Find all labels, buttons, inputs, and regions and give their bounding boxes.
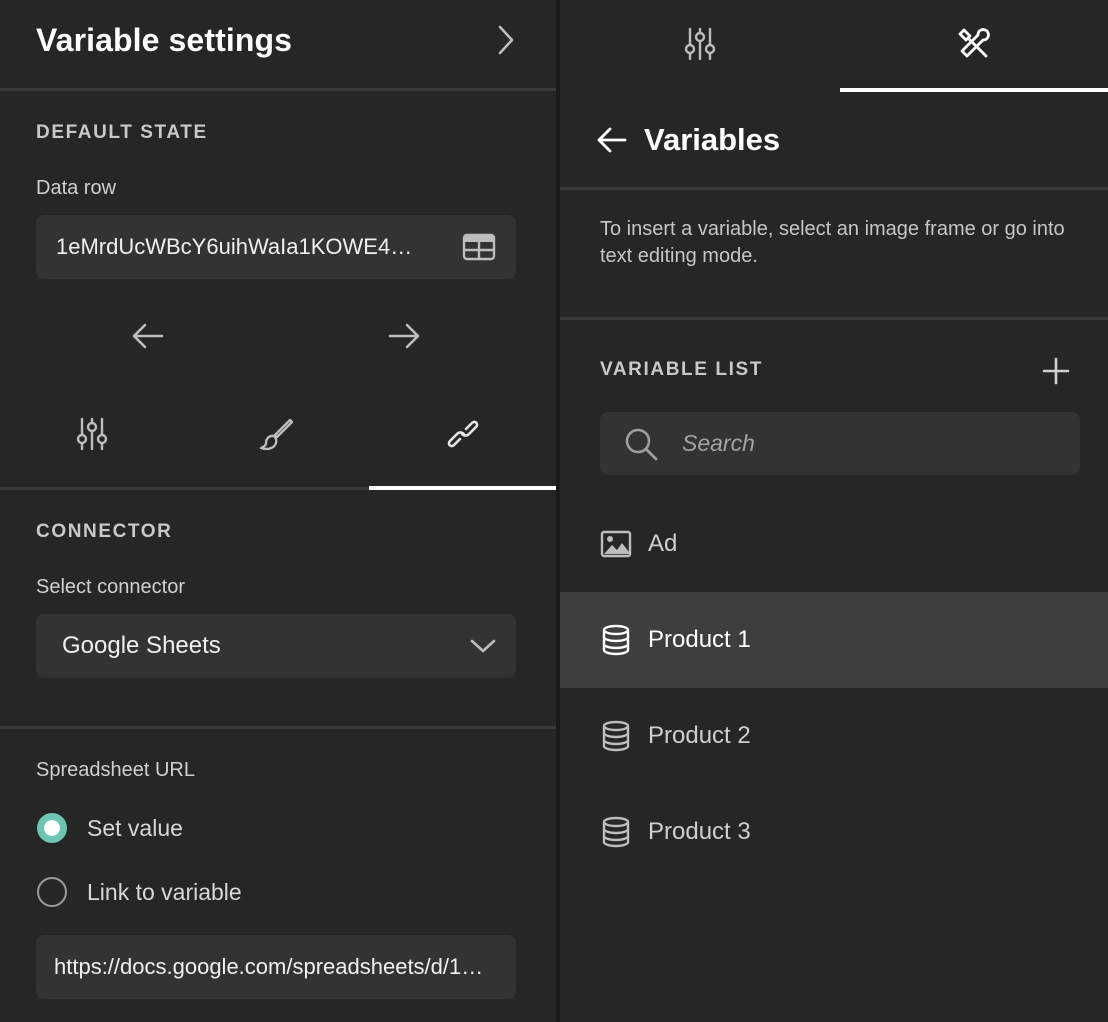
arrow-left-icon[interactable] <box>128 316 168 356</box>
radio-link-to-variable[interactable]: Link to variable <box>37 877 242 907</box>
variable-label: Product 2 <box>648 722 751 749</box>
brush-icon <box>259 417 293 451</box>
variables-panel: Variables To insert a variable, select a… <box>560 0 1108 1022</box>
arrow-right-icon[interactable] <box>384 316 424 356</box>
data-row-label: Data row <box>36 177 117 199</box>
divider <box>560 187 1108 190</box>
back-arrow-icon[interactable] <box>596 124 628 156</box>
divider <box>0 88 556 91</box>
link-icon <box>446 419 480 449</box>
variable-item-product-1[interactable]: Product 1 <box>560 592 1108 688</box>
tab-properties[interactable] <box>0 390 183 478</box>
variable-item-product-2[interactable]: Product 2 <box>560 688 1108 784</box>
radio-set-value[interactable]: Set value <box>37 813 183 843</box>
table-icon[interactable] <box>462 233 496 261</box>
spreadsheet-url-value: https://docs.google.com/spreadsheets/d/1… <box>54 954 488 979</box>
sliders-icon <box>684 27 716 61</box>
default-state-title: DEFAULT STATE <box>36 122 208 143</box>
connector-title: CONNECTOR <box>36 521 173 542</box>
variables-title: Variables <box>644 122 781 157</box>
variable-label: Product 3 <box>648 818 751 845</box>
chevron-right-icon[interactable] <box>488 22 524 58</box>
spreadsheet-url-input[interactable]: https://docs.google.com/spreadsheets/d/1… <box>36 935 516 999</box>
variable-label: Ad <box>648 530 678 557</box>
variable-item-product-3[interactable]: Product 3 <box>560 784 1108 880</box>
data-row-field[interactable]: 1eMrdUcWBcY6uihWaIa1KOWE4WnmL5Ojp <box>36 215 516 279</box>
variable-settings-panel: Variable settings DEFAULT STATE Data row… <box>0 0 556 1022</box>
variable-list-title: VARIABLE LIST <box>600 359 763 380</box>
connector-selected-value: Google Sheets <box>62 632 221 659</box>
search-field[interactable]: Search <box>600 412 1080 475</box>
divider <box>0 726 556 729</box>
search-placeholder: Search <box>682 430 755 456</box>
radio-unchecked[interactable] <box>37 877 67 907</box>
tab-connections[interactable] <box>369 390 556 478</box>
tab-style[interactable] <box>183 390 369 478</box>
variable-item-ad[interactable]: Ad <box>560 496 1108 592</box>
tab-adjust[interactable] <box>560 0 840 88</box>
radio-checked[interactable] <box>37 813 67 843</box>
tools-icon <box>956 26 992 62</box>
data-row-value: 1eMrdUcWBcY6uihWaIa1KOWE4WnmL5Ojp <box>56 234 432 259</box>
active-tab-indicator <box>369 486 556 490</box>
select-connector-label: Select connector <box>36 576 185 598</box>
image-icon <box>600 530 632 558</box>
info-text: To insert a variable, select an image fr… <box>600 218 1065 267</box>
radio-label: Link to variable <box>87 878 242 905</box>
radio-label: Set value <box>87 814 183 841</box>
divider <box>560 317 1108 320</box>
variable-label: Product 1 <box>648 626 751 653</box>
database-icon <box>600 816 632 848</box>
connector-select[interactable]: Google Sheets <box>36 614 516 678</box>
search-icon <box>624 427 658 461</box>
panel-title: Variable settings <box>36 22 293 58</box>
plus-icon[interactable] <box>1040 355 1072 387</box>
database-icon <box>600 624 632 656</box>
sliders-icon <box>76 417 108 451</box>
chevron-down-icon <box>470 638 496 654</box>
database-icon <box>600 720 632 752</box>
active-tab-indicator <box>840 88 1108 92</box>
spreadsheet-url-label: Spreadsheet URL <box>36 759 195 781</box>
tab-tools[interactable] <box>840 0 1108 88</box>
